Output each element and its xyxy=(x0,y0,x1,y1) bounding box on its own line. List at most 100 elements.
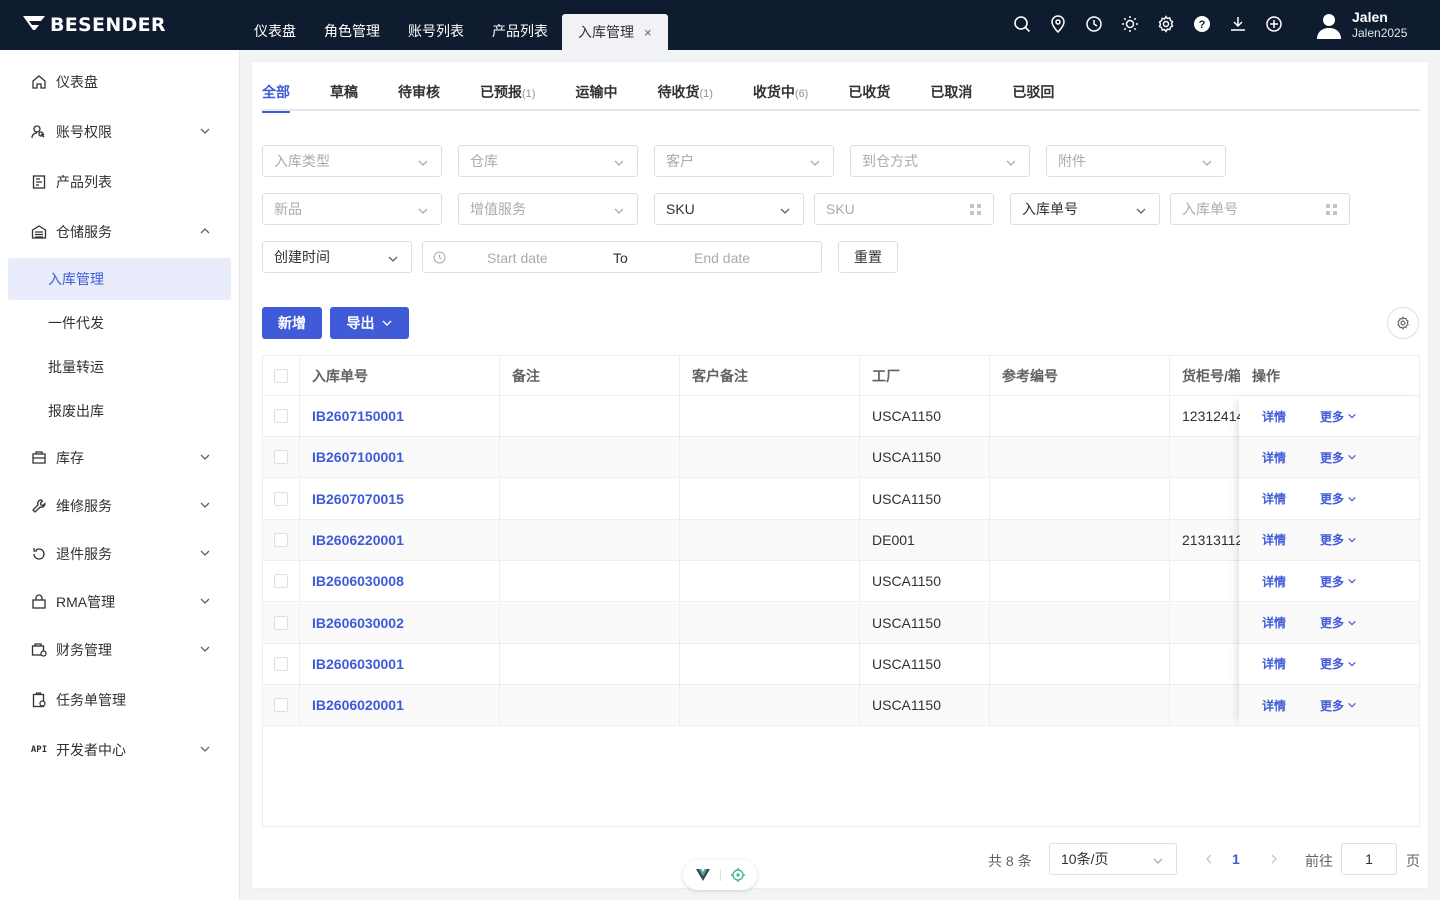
sidebar-item-tasks[interactable]: 任务单管理 xyxy=(8,679,231,721)
order-number-link[interactable]: IB2606020001 xyxy=(312,697,404,713)
tab-draft[interactable]: 草稿 xyxy=(330,62,358,111)
sidebar-sub-batch-transfer[interactable]: 批量转运 xyxy=(8,346,231,388)
col-note[interactable]: 备注 xyxy=(500,356,680,395)
col-factory[interactable]: 工厂 xyxy=(860,356,990,395)
col-reference[interactable]: 参考编号 xyxy=(990,356,1170,395)
tab-receiving[interactable]: 收货中(6) xyxy=(753,62,808,111)
sidebar-item-products[interactable]: 产品列表 xyxy=(8,161,231,203)
order-number-link[interactable]: IB2606220001 xyxy=(312,532,404,548)
order-number-link[interactable]: IB2606030001 xyxy=(312,656,404,672)
row-checkbox[interactable] xyxy=(274,656,288,671)
select-all-checkbox[interactable] xyxy=(274,368,288,383)
time-type-select[interactable]: 创建时间 xyxy=(262,241,412,273)
inspector-target-icon[interactable] xyxy=(730,868,745,882)
col-order-number[interactable]: 入库单号 xyxy=(300,356,500,395)
row-checkbox[interactable] xyxy=(274,409,288,423)
top-tab-roles[interactable]: 角色管理 xyxy=(310,0,394,50)
tab-received[interactable]: 已收货 xyxy=(848,62,890,111)
sidebar-item-returns[interactable]: 退件服务 xyxy=(8,533,231,575)
sidebar-item-rma[interactable]: RMA管理 xyxy=(8,581,231,623)
row-checkbox[interactable] xyxy=(274,574,288,589)
vue-devtools-icon[interactable] xyxy=(695,869,710,881)
inventory-icon xyxy=(30,449,48,467)
order-number-link[interactable]: IB2607100001 xyxy=(312,449,404,465)
sidebar-item-developer[interactable]: API 开发者中心 xyxy=(8,729,231,771)
factory-cell: USCA1150 xyxy=(860,478,990,519)
tab-rejected[interactable]: 已驳回 xyxy=(1012,62,1054,111)
clock-icon[interactable] xyxy=(1084,14,1104,34)
column-settings-button[interactable] xyxy=(1387,307,1419,339)
next-page-button[interactable] xyxy=(1266,851,1282,867)
col-container[interactable]: 货柜号/箱 xyxy=(1170,356,1240,395)
gear-icon[interactable] xyxy=(1156,14,1176,34)
row-checkbox[interactable] xyxy=(274,698,288,713)
prev-page-button[interactable] xyxy=(1201,851,1217,867)
sku-input[interactable]: SKU xyxy=(814,193,994,225)
sun-icon[interactable] xyxy=(1120,14,1140,34)
export-button[interactable]: 导出 xyxy=(330,307,409,339)
sidebar-item-repair[interactable]: 维修服务 xyxy=(8,485,231,527)
close-tab-icon[interactable]: × xyxy=(644,25,652,40)
sidebar-sub-scrap-outbound[interactable]: 报废出库 xyxy=(8,390,231,432)
sku-type-select[interactable]: SKU xyxy=(654,193,804,225)
avatar xyxy=(1317,14,1341,39)
add-button[interactable]: 新增 xyxy=(262,307,322,339)
date-range-picker[interactable]: Start date To End date xyxy=(422,241,822,273)
search-icon[interactable] xyxy=(1012,14,1032,34)
help-icon[interactable]: ? xyxy=(1192,14,1212,34)
row-checkbox[interactable] xyxy=(274,532,288,547)
order-number-link[interactable]: IB2607070015 xyxy=(312,491,404,507)
row-checkbox[interactable] xyxy=(274,450,288,465)
tab-all[interactable]: 全部 xyxy=(262,62,290,113)
order-number-link[interactable]: IB2606030008 xyxy=(312,573,404,589)
customer-select[interactable]: 客户 xyxy=(654,145,834,177)
sidebar-item-dashboard[interactable]: 仪表盘 xyxy=(8,61,231,103)
order-number-link[interactable]: IB2607150001 xyxy=(312,408,404,424)
inbound-type-select[interactable]: 入库类型 xyxy=(262,145,442,177)
tab-cancelled[interactable]: 已取消 xyxy=(930,62,972,111)
sidebar-item-account-permissions[interactable]: 账号权限 xyxy=(8,111,231,153)
end-date-input[interactable]: End date xyxy=(694,250,750,266)
sidebar-item-finance[interactable]: 财务管理 xyxy=(8,629,231,671)
tab-pending-review[interactable]: 待审核 xyxy=(398,62,440,111)
top-tab-inbound[interactable]: 入库管理 × xyxy=(562,14,668,50)
user-menu[interactable]: Jalen Jalen2025 xyxy=(1314,9,1407,41)
order-number-cell: IB2606030008 xyxy=(300,561,500,602)
warehouse-select[interactable]: 仓库 xyxy=(458,145,638,177)
add-circle-icon[interactable] xyxy=(1264,14,1284,34)
attachment-select[interactable]: 附件 xyxy=(1046,145,1226,177)
top-tab-accounts[interactable]: 账号列表 xyxy=(394,0,478,50)
row-checkbox[interactable] xyxy=(274,491,288,506)
value-added-select[interactable]: 增值服务 xyxy=(458,193,638,225)
order-number-link[interactable]: IB2606030002 xyxy=(312,615,404,631)
sidebar-sub-dropship[interactable]: 一件代发 xyxy=(8,302,231,344)
page-number-current[interactable]: 1 xyxy=(1232,851,1240,867)
factory-cell: USCA1150 xyxy=(860,685,990,726)
brand-logo[interactable]: BESENDER xyxy=(22,11,166,39)
tab-in-transit[interactable]: 运输中 xyxy=(575,62,617,111)
top-tab-dashboard[interactable]: 仪表盘 xyxy=(240,0,310,50)
goto-page-input[interactable]: 1 xyxy=(1341,843,1397,875)
order-type-select[interactable]: 入库单号 xyxy=(1010,193,1160,225)
location-icon[interactable] xyxy=(1048,14,1068,34)
sidebar-item-warehouse[interactable]: 仓储服务 xyxy=(8,211,231,253)
top-tab-products[interactable]: 产品列表 xyxy=(478,0,562,50)
arrival-method-select[interactable]: 到仓方式 xyxy=(850,145,1030,177)
tab-awaiting-receipt[interactable]: 待收货(1) xyxy=(657,62,712,111)
tab-forecasted[interactable]: 已预报(1) xyxy=(480,62,535,111)
sidebar-item-inventory[interactable]: 库存 xyxy=(8,437,231,479)
page-size-select[interactable]: 10条/页 xyxy=(1049,843,1177,875)
row-checkbox[interactable] xyxy=(274,615,288,630)
new-product-select[interactable]: 新品 xyxy=(262,193,442,225)
col-customer-note[interactable]: 客户备注 xyxy=(680,356,860,395)
return-icon xyxy=(30,545,48,563)
sidebar-sub-inbound[interactable]: 入库管理 xyxy=(8,258,231,300)
start-date-input[interactable]: Start date xyxy=(487,250,548,266)
download-icon[interactable] xyxy=(1228,14,1248,34)
reset-button[interactable]: 重置 xyxy=(838,241,898,273)
page-unit-label: 页 xyxy=(1406,853,1420,869)
order-number-cell: IB2606030001 xyxy=(300,643,500,684)
order-number-input[interactable]: 入库单号 xyxy=(1170,193,1350,225)
api-icon: API xyxy=(30,745,48,755)
order-number-cell: IB2606030002 xyxy=(300,602,500,643)
